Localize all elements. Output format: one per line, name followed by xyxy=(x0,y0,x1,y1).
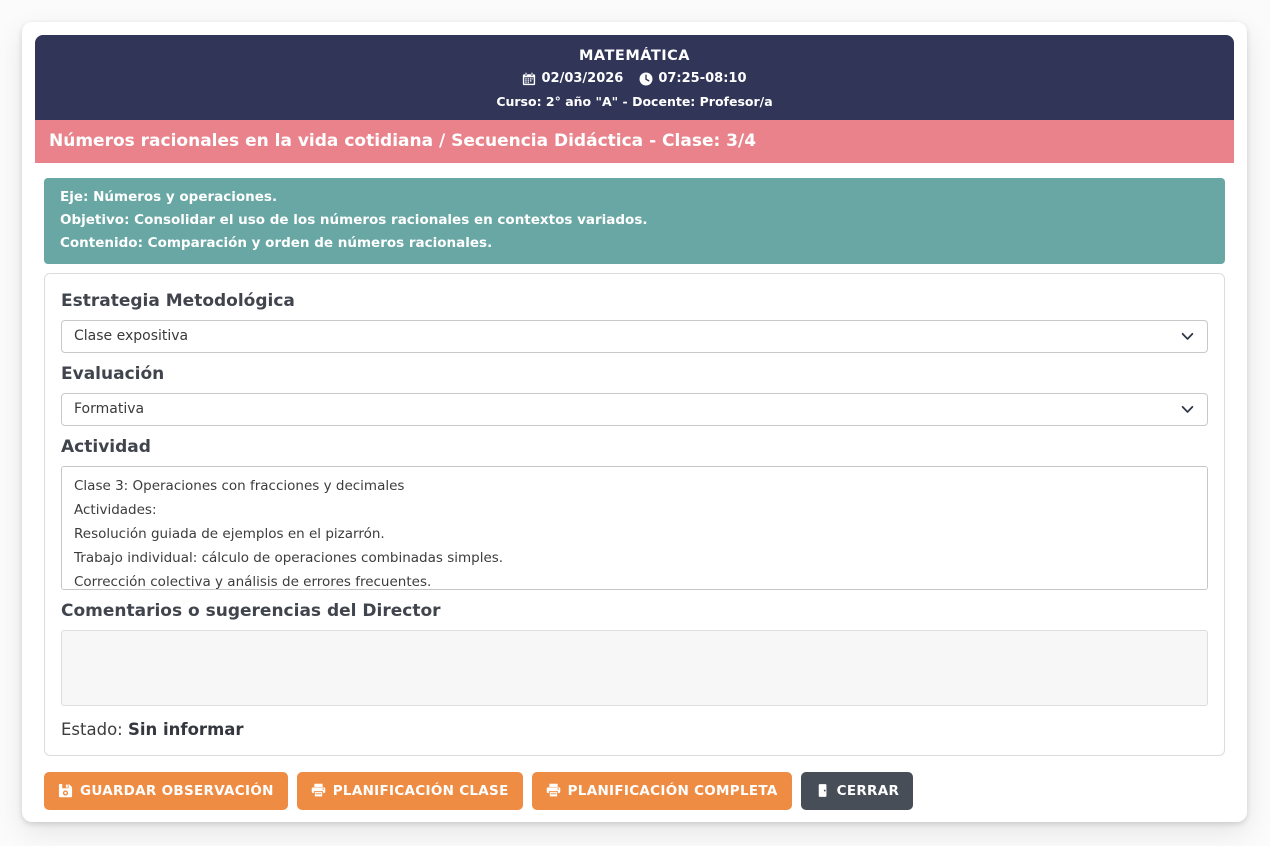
estrategia-select-wrap: Clase expositiva xyxy=(61,320,1208,353)
subject-title: MATEMÁTICA xyxy=(45,48,1224,64)
door-exit-icon xyxy=(815,783,830,798)
class-date: 02/03/2026 xyxy=(541,71,623,86)
objetivo-line: Objetivo: Consolidar el uso de los númer… xyxy=(60,209,1209,232)
printer-icon xyxy=(311,783,326,798)
time-item: 07:25-08:10 xyxy=(639,71,746,86)
guardar-observacion-button[interactable]: GUARDAR OBSERVACIÓN xyxy=(44,772,288,810)
actividad-textarea[interactable]: Clase 3: Operaciones con fracciones y de… xyxy=(61,466,1208,590)
course-line: Curso: 2° año "A" - Docente: Profesor/a xyxy=(45,94,1224,109)
comentarios-label: Comentarios o sugerencias del Director xyxy=(61,601,1208,621)
estado-label: Estado: xyxy=(61,720,123,739)
action-bar: GUARDAR OBSERVACIÓN PLANIFICACIÓN CLASE xyxy=(35,772,1234,810)
guardar-observacion-label: GUARDAR OBSERVACIÓN xyxy=(80,783,274,799)
planificacion-clase-button[interactable]: PLANIFICACIÓN CLASE xyxy=(297,772,523,810)
actividad-label: Actividad xyxy=(61,437,1208,457)
cerrar-button[interactable]: CERRAR xyxy=(801,772,914,810)
contenido-line: Contenido: Comparación y orden de número… xyxy=(60,232,1209,255)
evaluacion-label: Evaluación xyxy=(61,364,1208,384)
header-meta: 02/03/2026 07:25-08:10 xyxy=(45,71,1224,86)
calendar-icon xyxy=(522,72,536,86)
card-body: Eje: Números y operaciones. Objetivo: Co… xyxy=(35,178,1234,756)
estado-row: Estado: Sin informar xyxy=(61,720,1208,739)
evaluacion-select-wrap: Formativa xyxy=(61,393,1208,426)
planificacion-completa-button[interactable]: PLANIFICACIÓN COMPLETA xyxy=(532,772,792,810)
save-icon xyxy=(58,783,73,798)
curriculum-infobox: Eje: Números y operaciones. Objetivo: Co… xyxy=(44,178,1225,264)
planificacion-clase-label: PLANIFICACIÓN CLASE xyxy=(333,783,509,799)
class-header: MATEMÁTICA 02/03/ xyxy=(35,35,1234,120)
clock-icon xyxy=(639,72,653,86)
eje-line: Eje: Números y operaciones. xyxy=(60,186,1209,209)
lesson-title: Números racionales en la vida cotidiana … xyxy=(49,131,756,151)
comentarios-textarea[interactable] xyxy=(61,630,1208,706)
date-item: 02/03/2026 xyxy=(522,71,623,86)
cerrar-label: CERRAR xyxy=(837,783,900,799)
evaluacion-select[interactable]: Formativa xyxy=(61,393,1208,426)
planificacion-completa-label: PLANIFICACIÓN COMPLETA xyxy=(568,783,778,799)
class-time: 07:25-08:10 xyxy=(658,71,746,86)
observation-card: MATEMÁTICA 02/03/ xyxy=(22,22,1247,822)
estado-value: Sin informar xyxy=(128,720,244,739)
estrategia-select[interactable]: Clase expositiva xyxy=(61,320,1208,353)
printer-icon xyxy=(546,783,561,798)
estrategia-label: Estrategia Metodológica xyxy=(61,291,1208,311)
lesson-banner: Números racionales en la vida cotidiana … xyxy=(35,120,1234,163)
observation-form: Estrategia Metodológica Clase expositiva… xyxy=(44,273,1225,756)
